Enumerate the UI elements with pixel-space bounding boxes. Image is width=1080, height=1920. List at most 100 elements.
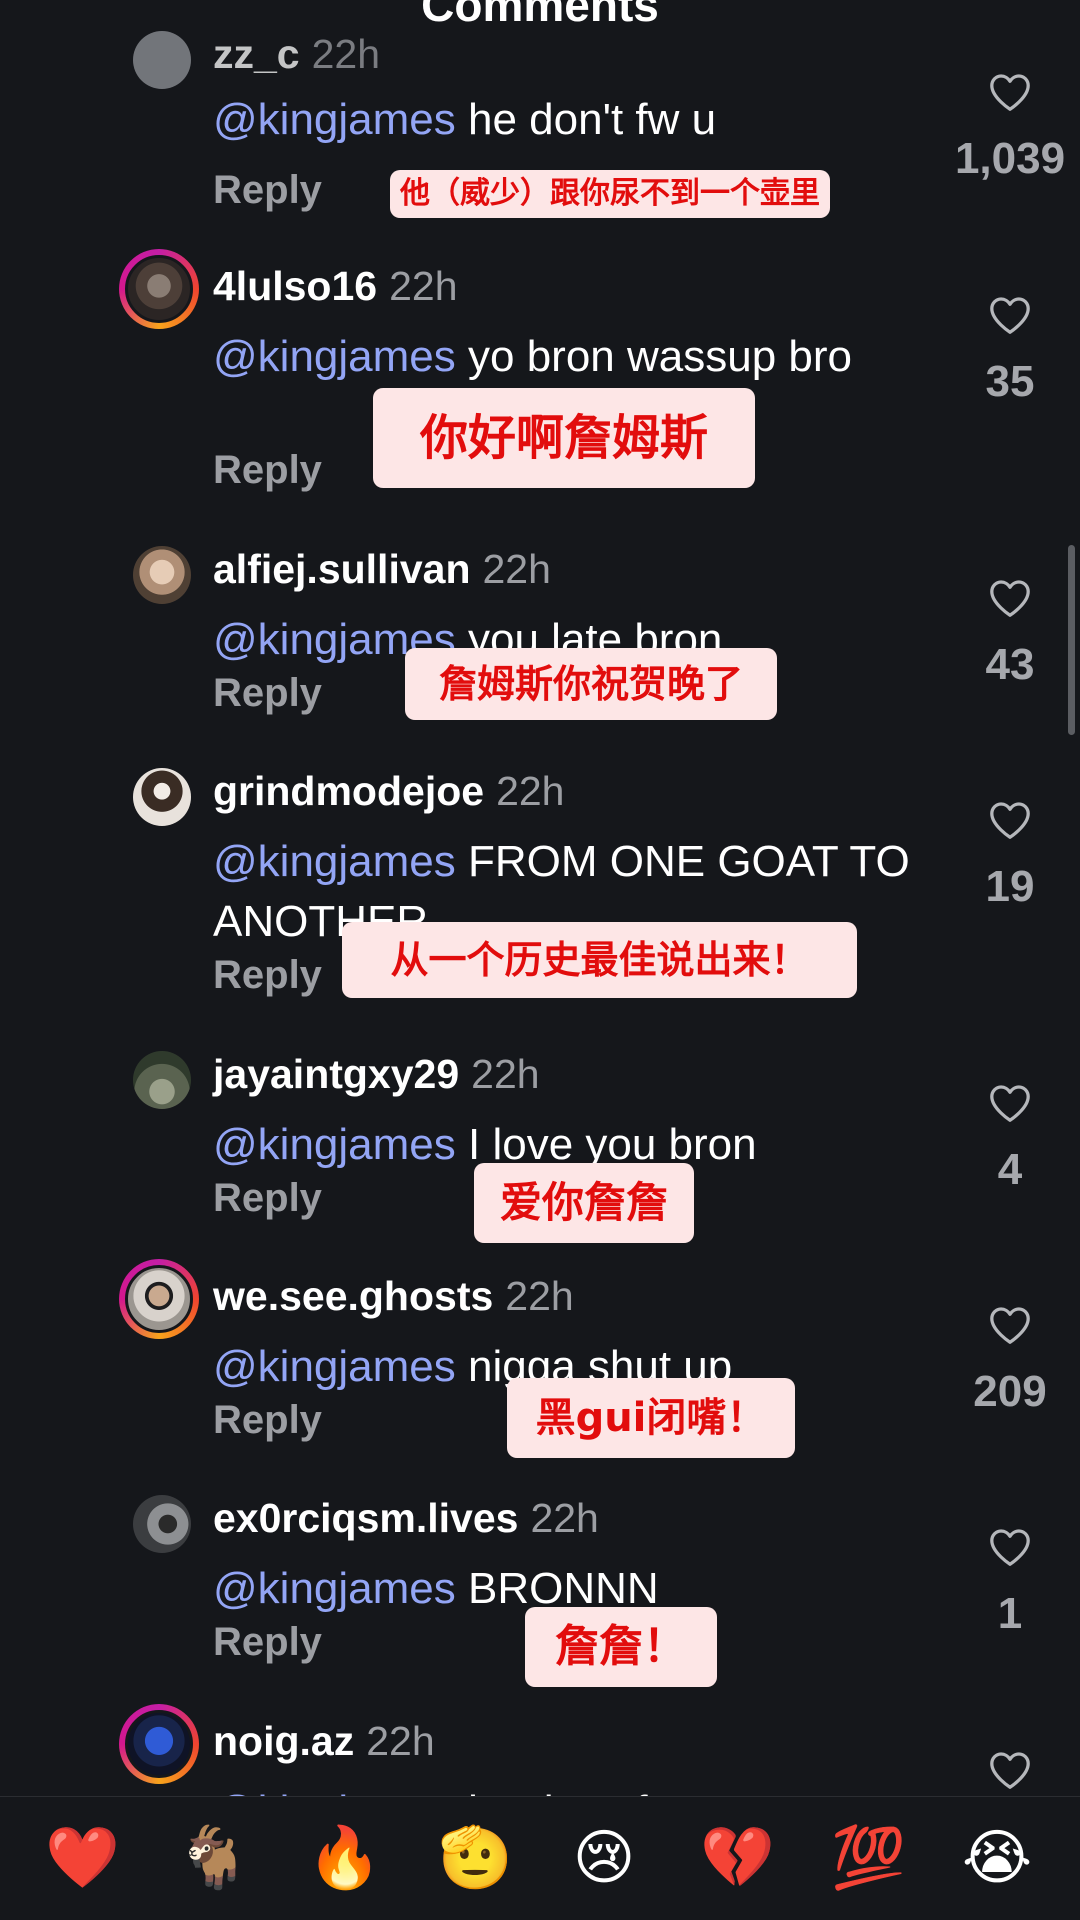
like-count: 4 <box>997 1145 1023 1194</box>
like-count: 1,039 <box>954 134 1066 183</box>
heart-icon[interactable] <box>988 800 1032 840</box>
like-control[interactable]: 1,039 <box>950 72 1070 184</box>
mention-link[interactable]: @kingjames <box>213 1342 456 1391</box>
timestamp: 22h <box>471 1051 540 1097</box>
fire-emoji[interactable]: 🔥 <box>307 1823 382 1893</box>
translation-overlay: 詹詹！ <box>525 1607 717 1687</box>
translation-overlay: 他（威少）跟你尿不到一个壶里 <box>390 170 830 218</box>
comment-body: I love you bron <box>468 1120 757 1169</box>
reply-button[interactable]: Reply <box>213 168 322 213</box>
saluting-face-emoji[interactable]: 🫡 <box>438 1823 513 1893</box>
avatar-image <box>125 1710 193 1778</box>
goat-emoji[interactable]: 🐐 <box>176 1823 251 1893</box>
comment-item: grindmodejoe 22h @kingjames FROM ONE GOAT… <box>0 760 1080 998</box>
heart-icon[interactable] <box>988 578 1032 618</box>
mention-link[interactable]: @kingjames <box>213 1564 456 1613</box>
reply-button[interactable]: Reply <box>213 953 322 998</box>
heart-icon[interactable] <box>988 1750 1032 1790</box>
scrollbar[interactable] <box>1068 545 1075 735</box>
username-text[interactable]: grindmodejoe <box>213 768 484 814</box>
avatar[interactable] <box>119 1704 199 1784</box>
comment-body: yo bron wassup bro <box>468 332 852 381</box>
like-count: 1 <box>997 1589 1023 1638</box>
like-control[interactable]: 35 <box>950 295 1070 407</box>
reply-button[interactable]: Reply <box>213 1620 322 1665</box>
mention-link[interactable]: @kingjames <box>213 837 456 886</box>
heart-icon[interactable] <box>988 1083 1032 1123</box>
username[interactable]: we.see.ghosts 22h <box>213 1273 574 1320</box>
like-control[interactable] <box>950 1750 1070 1790</box>
translation-overlay: 詹姆斯你祝贺晚了 <box>405 648 777 720</box>
comment-item: zz_c 22h @kingjames he don't fw u Reply 1… <box>0 31 1080 257</box>
username-text[interactable]: alfiej.sullivan <box>213 546 471 592</box>
emoji-reaction-bar: ❤️ 🐐 🔥 🫡 😢 💔 💯 😭 <box>0 1796 1080 1920</box>
broken-heart-emoji[interactable]: 💔 <box>700 1823 775 1893</box>
reply-button[interactable]: Reply <box>213 671 322 716</box>
avatar[interactable] <box>133 31 191 89</box>
mention-link[interactable]: @kingjames <box>213 95 456 144</box>
timestamp: 22h <box>389 263 458 309</box>
username[interactable]: grindmodejoe 22h <box>213 768 565 815</box>
crying-face-emoji[interactable]: 😢 <box>569 1823 639 1893</box>
like-control[interactable]: 209 <box>950 1305 1070 1417</box>
username[interactable]: ex0rciqsm.lives 22h <box>213 1495 599 1542</box>
comment-text: @kingjames he don't fw u <box>213 90 913 150</box>
username[interactable]: 4lulso16 22h <box>213 263 458 310</box>
translation-overlay: 爱你詹詹 <box>474 1163 694 1243</box>
mention-link[interactable]: @kingjames <box>213 1120 456 1169</box>
timestamp: 22h <box>482 546 551 592</box>
like-control[interactable]: 19 <box>950 800 1070 912</box>
reply-button[interactable]: Reply <box>213 1176 322 1221</box>
comment-text: @kingjames he don't fw you <box>213 1782 913 1796</box>
like-control[interactable]: 4 <box>950 1083 1070 1195</box>
avatar[interactable] <box>133 1495 191 1553</box>
translation-overlay: 从一个历史最佳说出来！ <box>342 922 857 998</box>
like-control[interactable]: 1 <box>950 1527 1070 1639</box>
heart-icon[interactable] <box>988 295 1032 335</box>
username[interactable]: zz_c 22h <box>213 31 380 78</box>
mention-link[interactable]: @kingjames <box>213 332 456 381</box>
avatar[interactable] <box>119 1259 199 1339</box>
avatar[interactable] <box>133 768 191 826</box>
username-text[interactable]: 4lulso16 <box>213 263 377 309</box>
loudly-crying-face-emoji[interactable]: 😭 <box>962 1823 1032 1893</box>
avatar[interactable] <box>119 249 199 329</box>
comment-list: zz_c 22h @kingjames he don't fw u Reply 1… <box>0 0 1080 1796</box>
avatar-image <box>125 255 193 323</box>
username-text[interactable]: we.see.ghosts <box>213 1273 493 1319</box>
comment-body: he don't fw u <box>468 95 717 144</box>
timestamp: 22h <box>505 1273 574 1319</box>
reply-button[interactable]: Reply <box>213 1398 322 1443</box>
reply-button[interactable]: Reply <box>213 448 322 493</box>
comment-item: 4lulso16 22h @kingjames yo bron wassup br… <box>0 249 1080 492</box>
translation-overlay: 黑gui闭嘴！ <box>507 1378 795 1458</box>
comment-item: ex0rciqsm.lives 22h @kingjames BRONNN Rep… <box>0 1487 1080 1709</box>
red-heart-emoji[interactable]: ❤️ <box>45 1823 120 1893</box>
comment-body: he don't fw you <box>468 1787 763 1796</box>
like-count: 19 <box>985 862 1035 911</box>
username-text[interactable]: zz_c <box>213 31 300 77</box>
comment-item: we.see.ghosts 22h @kingjames nigga shut u… <box>0 1259 1080 1487</box>
username-text[interactable]: jayaintgxy29 <box>213 1051 459 1097</box>
username-text[interactable]: noig.az <box>213 1718 354 1764</box>
timestamp: 22h <box>496 768 565 814</box>
like-count: 35 <box>985 357 1035 406</box>
timestamp: 22h <box>530 1495 599 1541</box>
comment-item: noig.az 22h @kingjames he don't fw you <box>0 1704 1080 1796</box>
hundred-points-emoji[interactable]: 💯 <box>831 1823 906 1893</box>
avatar[interactable] <box>133 1051 191 1109</box>
avatar-image <box>125 1265 193 1333</box>
mention-link[interactable]: @kingjames <box>213 1787 456 1796</box>
heart-icon[interactable] <box>988 72 1032 112</box>
username[interactable]: jayaintgxy29 22h <box>213 1051 540 1098</box>
username-text[interactable]: ex0rciqsm.lives <box>213 1495 518 1541</box>
heart-icon[interactable] <box>988 1527 1032 1567</box>
like-control[interactable]: 43 <box>950 578 1070 690</box>
username[interactable]: noig.az 22h <box>213 1718 435 1765</box>
like-count: 209 <box>973 1367 1047 1416</box>
avatar[interactable] <box>133 546 191 604</box>
timestamp: 22h <box>366 1718 435 1764</box>
comment-item: jayaintgxy29 22h @kingjames I love you br… <box>0 1043 1080 1265</box>
heart-icon[interactable] <box>988 1305 1032 1345</box>
username[interactable]: alfiej.sullivan 22h <box>213 546 551 593</box>
